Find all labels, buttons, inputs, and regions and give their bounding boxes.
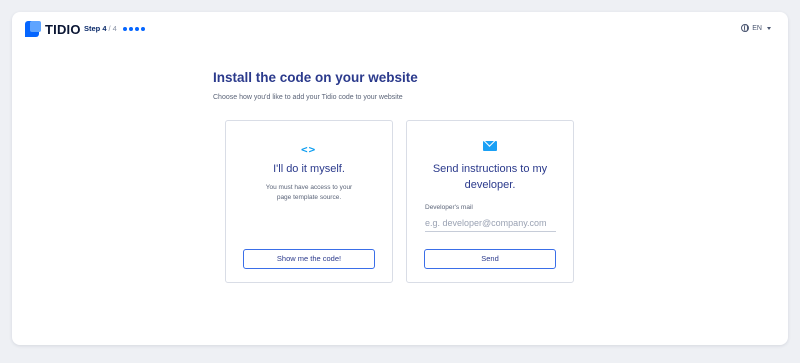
language-selector[interactable]: EN (741, 24, 771, 32)
progress-dot (122, 26, 127, 31)
step-current: Step 4 (84, 24, 107, 33)
app-card: TIDIO Step 4 / 4 EN Install the code on … (12, 12, 788, 345)
progress-dot (128, 26, 133, 31)
step-total: / 4 (108, 24, 117, 33)
chevron-down-icon (767, 26, 771, 30)
developer-instructions-title: Send instructions to my developer. (432, 163, 548, 191)
self-install-title: I'll do it myself. (273, 163, 345, 175)
brand-name: TIDIO (45, 21, 81, 37)
self-install-card: <> I'll do it myself. You must have acce… (225, 120, 393, 283)
page-title: Install the code on your website (213, 70, 418, 85)
developer-email-field[interactable] (425, 215, 556, 232)
globe-icon (741, 24, 750, 32)
developer-email-label: Developer's mail (425, 204, 473, 211)
language-code: EN (752, 24, 762, 32)
top-bar: TIDIO Step 4 / 4 EN (12, 12, 788, 48)
developer-instructions-card: Send instructions to my developer. Devel… (406, 120, 574, 283)
progress-dot (134, 26, 139, 31)
step-indicator: Step 4 / 4 (84, 24, 147, 33)
tidio-logo[interactable]: TIDIO (25, 21, 81, 37)
step-progress-dots (122, 26, 147, 31)
code-icon: <> (301, 143, 317, 156)
show-code-button[interactable]: Show me the code! (243, 249, 375, 269)
mail-icon (483, 141, 497, 151)
tidio-logo-icon (25, 21, 41, 37)
progress-dot (140, 26, 145, 31)
send-button[interactable]: Send (424, 249, 556, 269)
self-install-description: You must have access to your page templa… (265, 184, 353, 201)
page-subtitle: Choose how you'd like to add your Tidio … (213, 94, 403, 101)
